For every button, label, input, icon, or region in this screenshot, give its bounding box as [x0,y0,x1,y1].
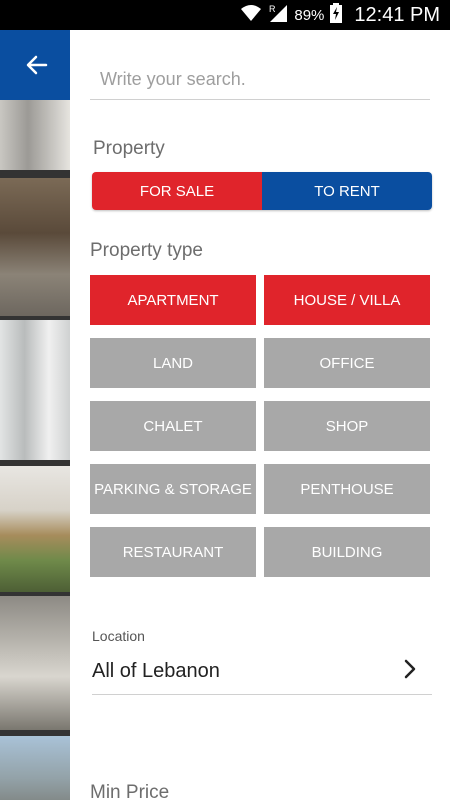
filter-panel: Property FOR SALE TO RENT Property type … [70,30,450,803]
min-price-label: Min Price [90,782,170,803]
listing-thumbnail[interactable] [0,596,70,730]
property-type-parking-storage-button[interactable]: PARKING & STORAGE [90,464,256,514]
listing-thumbnail[interactable] [0,736,70,800]
clock: 12:41 PM [354,3,440,26]
property-segmented-control: FOR SALE TO RENT [92,172,432,210]
property-section-title: Property [93,138,165,159]
location-selector[interactable]: All of Lebanon [92,652,432,695]
for-sale-button[interactable]: FOR SALE [92,172,262,210]
search-input[interactable] [90,60,430,100]
battery-charging-icon [330,2,343,28]
app-bar [0,30,70,100]
battery-percent: 89% [294,6,325,24]
property-type-penthouse-button[interactable]: PENTHOUSE [264,464,430,514]
property-type-apartment-button[interactable]: APARTMENT [90,275,256,325]
property-type-building-button[interactable]: BUILDING [264,527,430,577]
property-type-grid: APARTMENT HOUSE / VILLA LAND OFFICE CHAL… [90,275,430,577]
svg-text:R: R [269,4,276,14]
property-type-land-button[interactable]: LAND [90,338,256,388]
listing-thumbnail[interactable] [0,320,70,460]
property-type-house-villa-button[interactable]: HOUSE / VILLA [264,275,430,325]
property-type-shop-button[interactable]: SHOP [264,401,430,451]
listing-thumbnail[interactable] [0,178,70,316]
signal-icon: R [268,3,288,28]
background-listing-strip [0,30,70,800]
arrow-left-icon[interactable] [24,52,50,78]
property-type-restaurant-button[interactable]: RESTAURANT [90,527,256,577]
property-type-office-button[interactable]: OFFICE [264,338,430,388]
status-bar: R 89% 12:41 PM [0,0,450,30]
to-rent-button[interactable]: TO RENT [262,172,432,210]
listing-thumbnail[interactable] [0,466,70,592]
property-type-chalet-button[interactable]: CHALET [90,401,256,451]
property-type-section-title: Property type [90,240,203,261]
location-value: All of Lebanon [92,660,220,682]
wifi-icon [240,4,262,27]
location-label: Location [92,628,145,644]
chevron-right-icon [402,658,418,680]
listing-thumbnail[interactable] [0,100,70,170]
